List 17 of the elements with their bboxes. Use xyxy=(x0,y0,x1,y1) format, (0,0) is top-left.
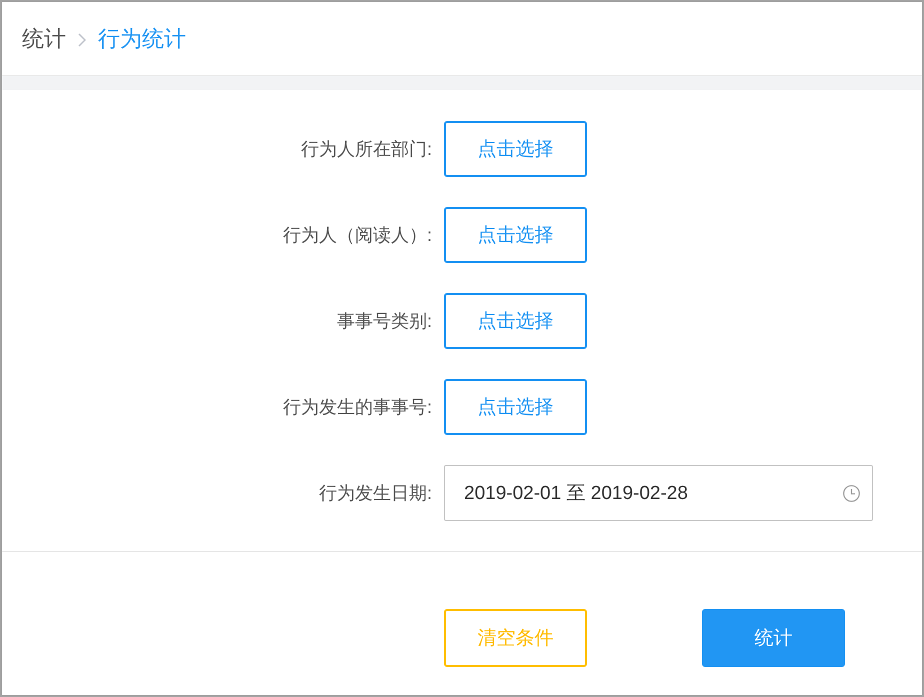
breadcrumb-link[interactable]: 统计 xyxy=(22,26,66,53)
select-button[interactable]: 点击选择 xyxy=(444,293,587,349)
field-label: 行为发生的事事号: xyxy=(282,396,432,419)
field-label: 行为人所在部门: xyxy=(300,138,432,161)
chevron-right-icon xyxy=(78,32,86,46)
date-range-value: 2019-02-01 至 2019-02-28 xyxy=(464,482,688,506)
submit-button[interactable]: 统计 xyxy=(702,609,845,667)
field-label: 行为发生日期: xyxy=(318,482,432,505)
date-range-field[interactable]: 2019-02-01 至 2019-02-28 xyxy=(444,465,873,521)
field-label: 行为人（阅读人）: xyxy=(282,224,432,247)
clear-button[interactable]: 清空条件 xyxy=(444,609,587,667)
select-button[interactable]: 点击选择 xyxy=(444,121,587,177)
breadcrumb-current: 行为统计 xyxy=(98,26,186,53)
clock-icon xyxy=(843,484,860,502)
select-button[interactable]: 点击选择 xyxy=(444,207,587,263)
select-button[interactable]: 点击选择 xyxy=(444,379,587,435)
field-label: 事事号类别: xyxy=(336,310,432,333)
